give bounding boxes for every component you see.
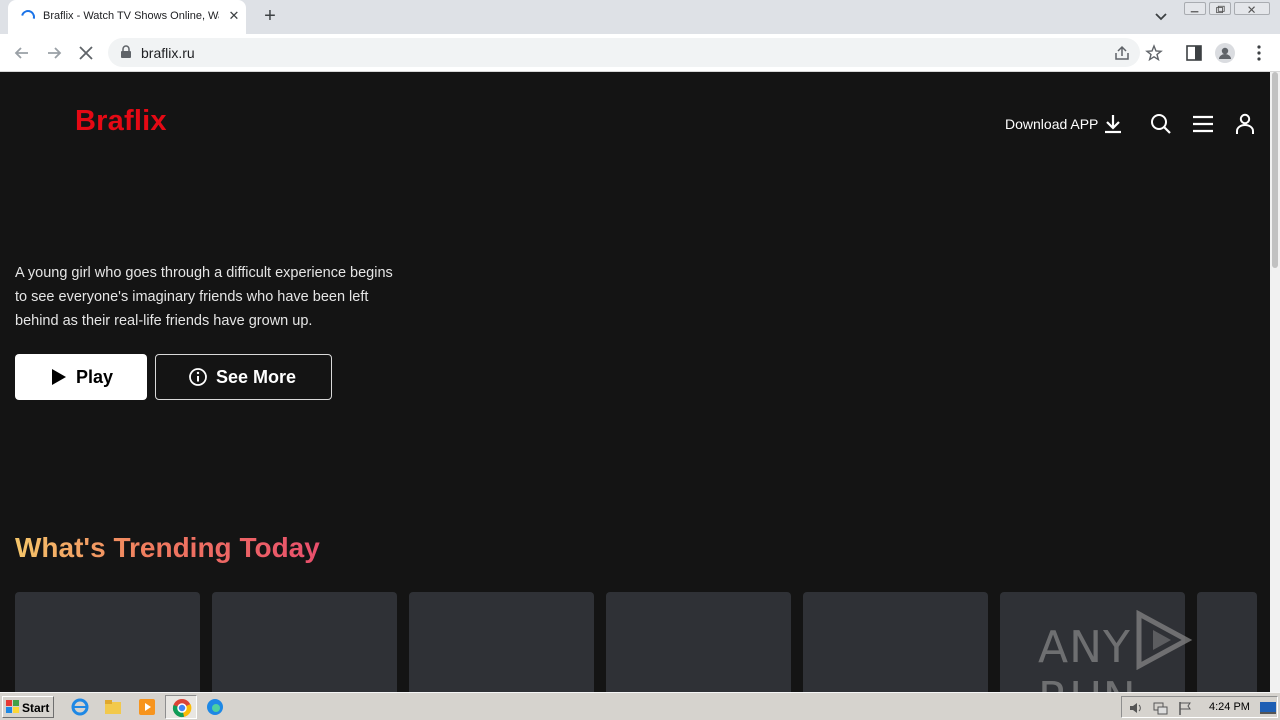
edge-icon[interactable] [205, 697, 225, 717]
show-desktop-icon[interactable] [1258, 697, 1278, 717]
download-app-link[interactable]: Download APP [1005, 116, 1098, 132]
play-icon [52, 369, 66, 385]
trending-card[interactable] [409, 592, 594, 692]
bookmark-star-icon[interactable] [1145, 44, 1163, 62]
side-panel-icon[interactable] [1184, 43, 1204, 63]
minimize-button[interactable] [1184, 2, 1206, 15]
restore-button[interactable] [1209, 2, 1231, 15]
system-tray: 4:24 PM [1121, 696, 1278, 718]
play-button-label: Play [76, 367, 114, 387]
tab-search-chevron-icon[interactable] [1151, 8, 1171, 26]
file-explorer-icon[interactable] [103, 697, 123, 717]
action-center-flag-icon[interactable] [1177, 700, 1193, 716]
stop-loading-icon[interactable] [75, 42, 97, 64]
search-icon[interactable] [1149, 112, 1173, 136]
volume-icon[interactable] [1128, 700, 1144, 716]
watermark-text-left: ANY [1038, 622, 1131, 673]
chrome-icon [172, 699, 192, 718]
windows-logo-icon [6, 700, 19, 713]
page-scrollbar[interactable] [1270, 72, 1280, 692]
network-icon[interactable] [1152, 700, 1168, 716]
back-arrow-icon[interactable] [11, 42, 33, 64]
start-button[interactable]: Start [2, 696, 54, 718]
chrome-menu-icon[interactable] [1249, 43, 1269, 63]
internet-explorer-icon[interactable] [70, 697, 90, 717]
tab-title: Braflix - Watch TV Shows Online, Watch M… [43, 10, 219, 22]
browser-toolbar: braflix.ru [0, 34, 1280, 72]
hamburger-menu-icon[interactable] [1191, 112, 1215, 136]
close-tab-button[interactable]: ✕ [226, 7, 242, 25]
scrollbar-thumb[interactable] [1272, 72, 1278, 268]
profile-avatar-icon[interactable] [1215, 43, 1235, 63]
chrome-taskbar-button[interactable] [165, 695, 197, 719]
info-icon [189, 368, 207, 386]
browser-tab-active[interactable]: Braflix - Watch TV Shows Online, Watch M… [8, 0, 246, 34]
trending-card[interactable] [212, 592, 397, 692]
play-button[interactable]: Play [15, 354, 147, 400]
start-button-label: Start [22, 701, 50, 715]
share-icon[interactable] [1113, 44, 1131, 62]
trending-card[interactable] [606, 592, 791, 692]
page-viewport: Braflix Download APP A young girl who go… [0, 72, 1270, 692]
browser-tab-strip: Braflix - Watch TV Shows Online, Watch M… [0, 0, 1280, 34]
hero-description: A young girl who goes through a difficul… [15, 265, 393, 329]
site-logo[interactable]: Braflix [75, 105, 167, 138]
trending-section-title: What's Trending Today [15, 532, 320, 563]
download-icon[interactable] [1101, 112, 1125, 136]
trending-card[interactable] [803, 592, 988, 692]
watermark-text-right: RUN [1038, 673, 1137, 692]
url-text: braflix.ru [141, 45, 195, 61]
close-window-button[interactable] [1234, 2, 1270, 15]
windows-taskbar: Start 4:24 PM [0, 692, 1280, 720]
new-tab-button[interactable]: + [260, 5, 280, 27]
media-player-icon[interactable] [137, 697, 157, 717]
see-more-button[interactable]: See More [155, 354, 332, 400]
anyrun-watermark: ANY RUN [1038, 610, 1270, 692]
watermark-play-logo-icon [1136, 610, 1193, 670]
address-bar[interactable]: braflix.ru [108, 38, 1163, 67]
lock-icon[interactable] [120, 45, 132, 59]
see-more-button-label: See More [216, 367, 297, 387]
taskbar-clock: 4:24 PM [1209, 701, 1250, 713]
user-account-icon[interactable] [1233, 112, 1257, 136]
loading-spinner-icon [18, 7, 38, 27]
trending-card[interactable] [15, 592, 200, 692]
forward-arrow-icon[interactable] [43, 42, 65, 64]
